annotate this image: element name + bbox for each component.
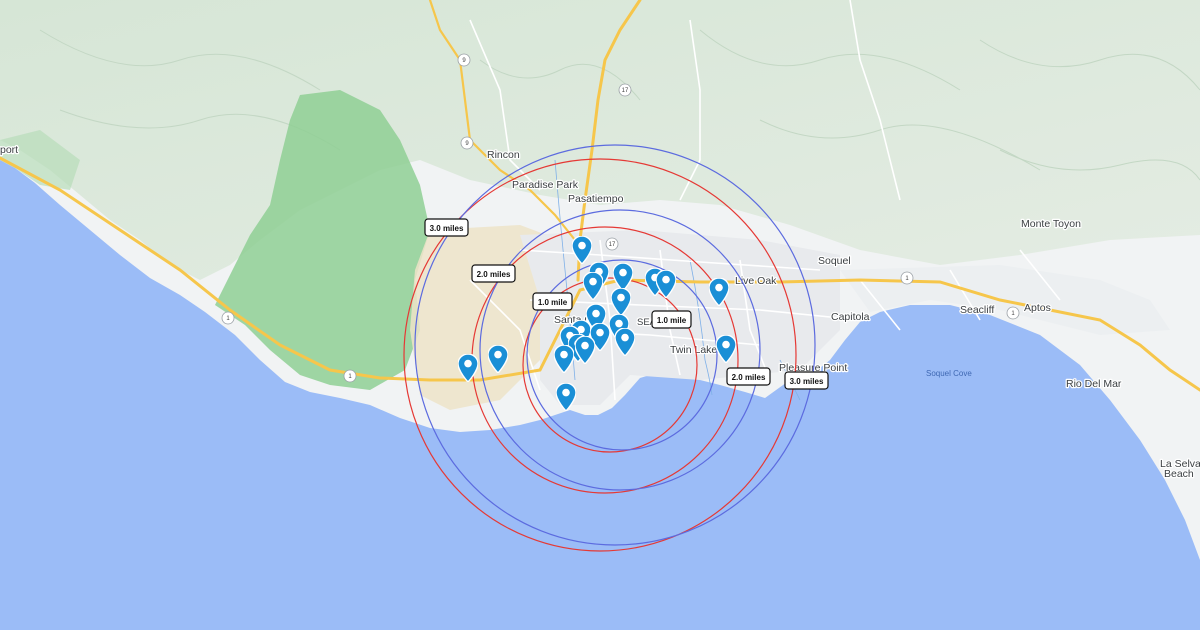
place-seacliff: Seacliff	[960, 304, 994, 316]
svg-text:2.0 miles: 2.0 miles	[732, 373, 766, 382]
radius-label-1mi-west: 1.0 mile	[532, 292, 573, 311]
map-canvas[interactable]: 9 9 17 17 1 1 1 1 Rincon Paradise Park P…	[0, 0, 1200, 630]
shield-9: 9	[457, 53, 471, 67]
radius-label-3mi-east: 3.0 miles	[784, 371, 829, 390]
place-monte-toyon: Monte Toyon	[1021, 218, 1081, 230]
place-soquel: Soquel	[818, 255, 851, 267]
water-soquel-cove: Soquel Cove	[926, 369, 972, 378]
shield-1b: 1	[343, 369, 357, 383]
shield-9b: 9	[460, 136, 474, 150]
shield-17b: 17	[605, 237, 619, 251]
svg-text:1.0 mile: 1.0 mile	[657, 316, 687, 325]
svg-text:3.0 miles: 3.0 miles	[430, 224, 464, 233]
place-rincon: Rincon	[487, 149, 520, 161]
place-capitola: Capitola	[831, 311, 870, 323]
place-pasatiempo: Pasatiempo	[568, 193, 624, 205]
shield-1: 1	[221, 311, 235, 325]
svg-text:17: 17	[609, 242, 616, 248]
radius-label-3mi-west: 3.0 miles	[424, 218, 469, 237]
svg-text:17: 17	[622, 88, 629, 94]
svg-text:3.0 miles: 3.0 miles	[790, 377, 824, 386]
place-la-selva-beach: Beach	[1164, 468, 1194, 480]
shield-17: 17	[618, 83, 632, 97]
place-davenport: port	[0, 144, 18, 156]
svg-text:1.0 mile: 1.0 mile	[538, 298, 568, 307]
svg-text:2.0 miles: 2.0 miles	[477, 270, 511, 279]
radius-label-2mi-east: 2.0 miles	[726, 367, 771, 386]
shield-1c: 1	[900, 271, 914, 285]
radius-label-2mi-west: 2.0 miles	[471, 264, 516, 283]
place-rio-del-mar: Rio Del Mar	[1066, 378, 1122, 390]
shield-1d: 1	[1006, 306, 1020, 320]
place-aptos: Aptos	[1024, 302, 1051, 314]
place-paradise-park: Paradise Park	[512, 179, 579, 191]
radius-label-1mi-east: 1.0 mile	[651, 310, 692, 329]
